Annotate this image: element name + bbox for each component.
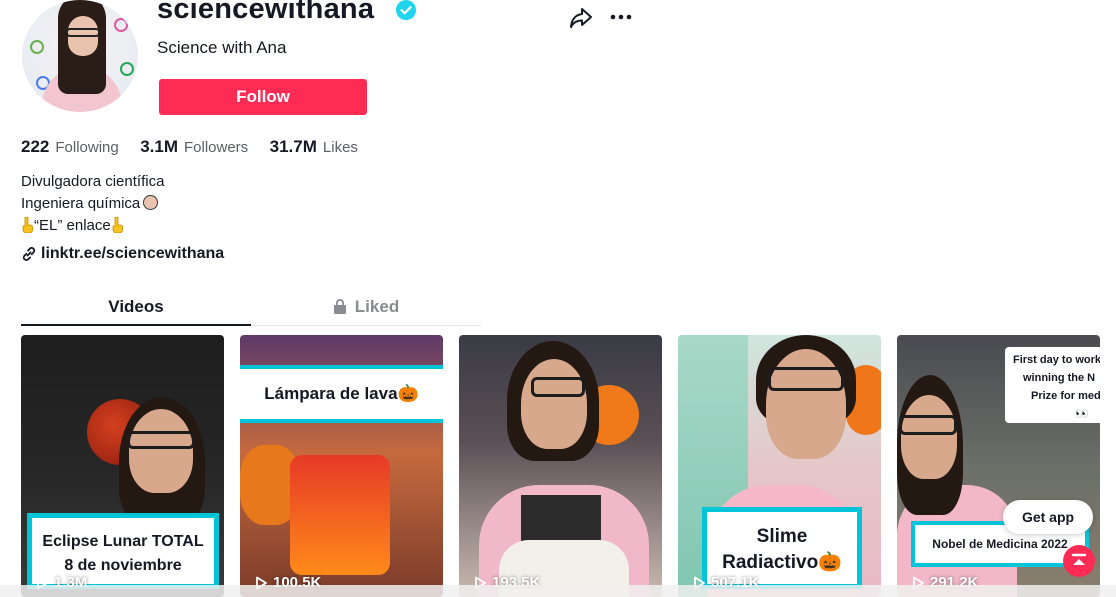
video-card[interactable]: Eclipse Lunar TOTAL 8 de noviembre 1.3M <box>21 335 224 597</box>
stat-label: Following <box>55 139 119 156</box>
video-card[interactable]: 193.5K <box>459 335 662 597</box>
stat-likes: 31.7M Likes <box>270 137 358 158</box>
stat-followers[interactable]: 3.1M Followers <box>140 137 248 158</box>
tab-liked-label: Liked <box>354 297 400 316</box>
lava-lamp-jar-image <box>290 455 390 575</box>
back-to-top-icon <box>1071 553 1087 565</box>
more-icon[interactable] <box>608 6 634 28</box>
back-to-top-button[interactable] <box>1063 545 1095 577</box>
profile-nickname: Science with Ana <box>157 38 287 57</box>
verified-badge-icon <box>396 0 416 20</box>
video-text-overlay: First day to work winning the N Prize fo… <box>1005 347 1100 423</box>
stat-value: 222 <box>21 137 50 156</box>
lock-icon <box>333 299 346 314</box>
profile-tabs: Videos Liked <box>21 288 481 328</box>
tab-liked[interactable]: Liked <box>251 288 481 326</box>
profile-username: sciencewithana <box>157 0 375 25</box>
bio-line: Divulgadora científica <box>21 173 165 190</box>
science-doodle-icon <box>30 40 44 54</box>
bio-line: “EL” enlace <box>21 215 164 237</box>
scientist-emoji-icon <box>143 195 159 210</box>
pointing-down-emoji-icon <box>112 217 123 233</box>
stat-label: Likes <box>322 139 358 156</box>
tab-videos[interactable]: Videos <box>21 288 251 326</box>
get-app-button[interactable]: Get app <box>1003 500 1093 534</box>
stat-label: Followers <box>184 139 249 156</box>
follow-button[interactable]: Follow <box>159 79 367 115</box>
stat-following[interactable]: 222 Following <box>21 137 119 158</box>
science-doodle-icon <box>114 18 128 32</box>
profile-stats: 222 Following 3.1M Followers 31.7M Likes <box>21 137 375 158</box>
science-doodle-icon <box>120 62 134 76</box>
profile-bio: Divulgadora científica Ingeniera química… <box>21 171 164 237</box>
stat-value: 3.1M <box>140 137 178 156</box>
active-tab-indicator <box>21 324 251 326</box>
video-card[interactable]: Lámpara de lava🎃 100.5K <box>240 335 443 597</box>
profile-avatar <box>22 0 138 112</box>
video-card[interactable]: Slime Radiactivo🎃 507.1K <box>678 335 881 597</box>
bio-line: Ingeniera química <box>21 193 164 215</box>
stat-value: 31.7M <box>269 137 317 156</box>
share-icon[interactable] <box>568 6 594 30</box>
link-icon <box>22 247 36 261</box>
bio-link-text: linktr.ee/sciencewithana <box>41 245 225 262</box>
video-caption: Lámpara de lava🎃 <box>240 365 443 423</box>
pointing-down-emoji-icon <box>22 217 33 233</box>
bio-link[interactable]: linktr.ee/sciencewithana <box>21 244 224 264</box>
